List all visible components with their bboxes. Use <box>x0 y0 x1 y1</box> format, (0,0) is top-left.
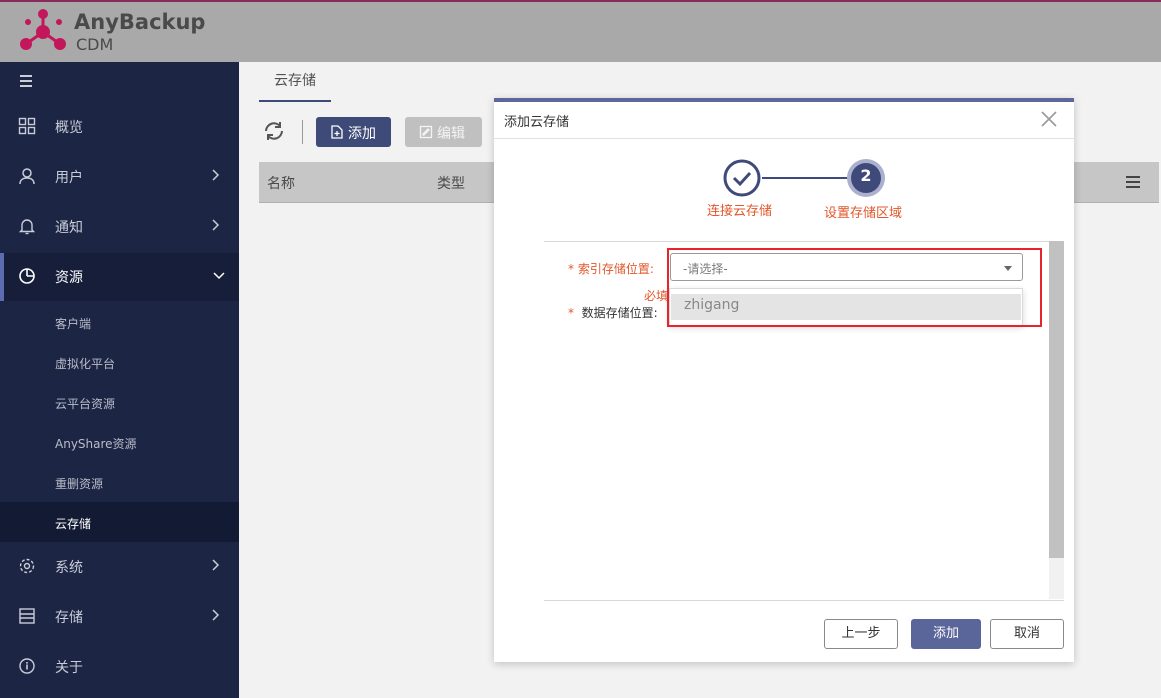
sidebar-item-label: 资源 <box>55 270 83 286</box>
refresh-icon[interactable] <box>262 119 286 143</box>
sidebar-item-label: 关于 <box>55 660 83 676</box>
sidebar-subitem-anyshare[interactable]: AnyShare资源 <box>0 422 239 462</box>
sidebar-item-users[interactable]: 用户 <box>0 153 239 201</box>
sidebar-item-label: 通知 <box>55 220 83 236</box>
sidebar-item-label: 系统 <box>55 560 83 576</box>
column-header-type[interactable]: 类型 <box>437 173 465 193</box>
edit-icon <box>419 125 433 139</box>
index-storage-label: * 索引存储位置: <box>568 262 654 276</box>
anybackup-logo-icon <box>20 9 66 50</box>
step-connector <box>762 177 848 179</box>
menu-toggle-icon[interactable] <box>19 72 35 90</box>
sidebar-subitem-client[interactable]: 客户端 <box>0 302 239 342</box>
sidebar-subitem-label: 重删资源 <box>55 477 104 491</box>
required-message: 必填 <box>644 289 669 303</box>
scrollbar-thumb[interactable] <box>1049 241 1064 558</box>
info-icon <box>19 658 35 674</box>
app-subtitle: CDM <box>76 35 114 54</box>
sidebar-item-notifications[interactable]: 通知 <box>0 203 239 251</box>
sidebar-item-resources[interactable]: 资源 <box>0 253 239 301</box>
sidebar-subitem-label: 虚拟化平台 <box>55 357 116 371</box>
dialog-title: 添加云存储 <box>504 115 570 130</box>
edit-button[interactable]: 编辑 <box>405 117 482 147</box>
step-2-number: 2 <box>860 166 872 185</box>
sidebar-subitem-label: 客户端 <box>55 317 92 331</box>
add-confirm-button[interactable]: 添加 <box>911 619 981 649</box>
grid-icon <box>18 117 36 135</box>
chevron-right-icon <box>212 609 220 621</box>
sidebar-item-system[interactable]: 系统 <box>0 543 239 591</box>
sidebar-subitem-dedup[interactable]: 重删资源 <box>0 462 239 502</box>
add-button-label: 添加 <box>348 126 376 142</box>
prev-step-button[interactable]: 上一步 <box>824 619 898 649</box>
sidebar-item-label: 概览 <box>55 120 83 136</box>
column-menu-icon[interactable] <box>1126 176 1140 188</box>
step-1-done-icon <box>723 159 761 197</box>
pie-icon <box>19 268 35 284</box>
bell-icon <box>18 219 36 235</box>
chevron-right-icon <box>212 219 220 231</box>
add-button[interactable]: 添加 <box>316 117 391 147</box>
sidebar-subitem-cloud-storage[interactable]: 云存储 <box>0 502 239 542</box>
column-header-name[interactable]: 名称 <box>267 173 295 193</box>
required-star: * <box>568 306 574 320</box>
new-file-icon <box>331 125 343 139</box>
sidebar-item-label: 用户 <box>55 170 83 186</box>
sidebar-item-label: 存储 <box>55 610 83 626</box>
toolbar-divider <box>302 120 303 144</box>
data-storage-label-text: 数据存储位置: <box>581 306 658 320</box>
app-title: AnyBackup <box>74 10 206 34</box>
chevron-right-icon <box>212 169 220 181</box>
edit-button-label: 编辑 <box>437 126 465 142</box>
chevron-right-icon <box>212 559 220 571</box>
sidebar-subitem-label: 云平台资源 <box>55 397 116 411</box>
sidebar-item-storage[interactable]: 存储 <box>0 593 239 641</box>
dialog-header-divider <box>494 138 1074 139</box>
gear-icon <box>19 558 35 574</box>
step-1-label: 连接云存储 <box>707 204 773 219</box>
user-icon <box>19 168 35 185</box>
chevron-down-icon <box>213 272 225 280</box>
storage-icon <box>19 608 35 624</box>
close-icon[interactable] <box>1040 110 1058 128</box>
step-2-label: 设置存储区域 <box>824 206 903 221</box>
sidebar-subitem-label: AnyShare资源 <box>55 437 137 451</box>
sidebar-item-overview[interactable]: 概览 <box>0 103 239 151</box>
sidebar-subitem-cloud-platform[interactable]: 云平台资源 <box>0 382 239 422</box>
tab-cloud-storage[interactable]: 云存储 <box>259 62 331 102</box>
sidebar-subitem-virtualization[interactable]: 虚拟化平台 <box>0 342 239 382</box>
cancel-button[interactable]: 取消 <box>990 619 1064 649</box>
sidebar-subitem-label: 云存储 <box>55 517 92 531</box>
sidebar-item-about[interactable]: 关于 <box>0 643 239 691</box>
highlight-box <box>667 248 1042 327</box>
data-storage-label: * 数据存储位置: <box>568 304 658 321</box>
